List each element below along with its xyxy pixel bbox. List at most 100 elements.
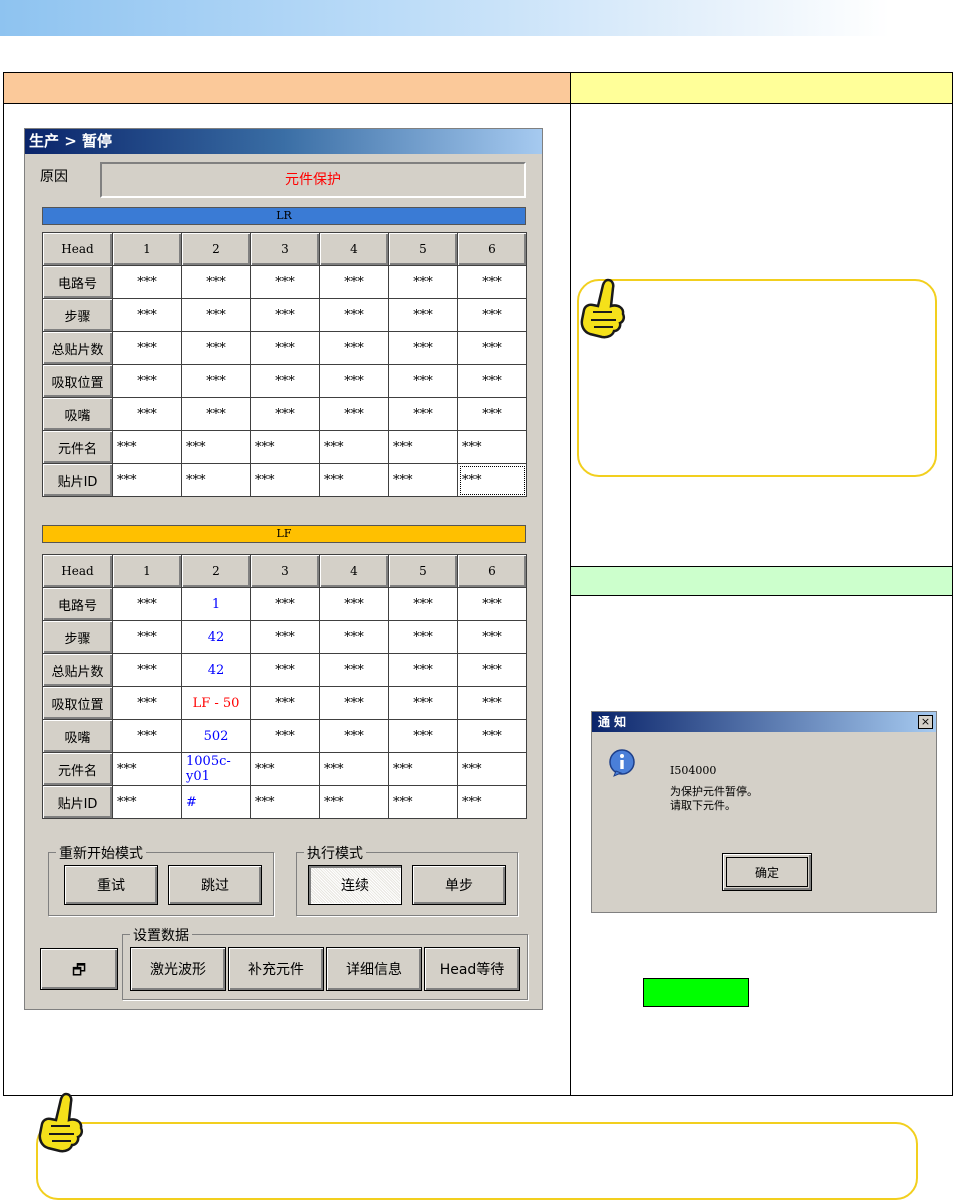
supply-parts-button[interactable]: 补充元件 (228, 947, 324, 991)
column-header: 5 (388, 554, 458, 588)
column-header: 2 (181, 232, 251, 266)
table-cell: *** (250, 364, 320, 398)
table-cell: *** (112, 397, 182, 431)
column-header: 6 (457, 232, 527, 266)
table-cell: *** (388, 587, 458, 621)
row-header: 吸取位置 (42, 686, 113, 720)
column-header: 6 (457, 554, 527, 588)
skip-button[interactable]: 跳过 (168, 865, 262, 905)
table-cell: # (181, 785, 251, 819)
row-header: 电路号 (42, 265, 113, 299)
column-header: 1 (112, 232, 182, 266)
table-row: 电路号 *** 1 *** *** *** *** (42, 587, 527, 621)
table-cell: *** (181, 463, 251, 497)
table-cell: *** (112, 686, 182, 720)
table-cell: *** (250, 587, 320, 621)
table-cell: *** (319, 686, 389, 720)
table-cell: *** (181, 430, 251, 464)
left-header-band (4, 73, 570, 104)
row-header: 元件名 (42, 752, 113, 786)
notice-message: 为保护元件暂停。 请取下元件。 (670, 785, 758, 813)
table-row: 总贴片数 *** 42 *** *** *** *** (42, 653, 527, 687)
table-cell: 42 (181, 653, 251, 687)
notice-message-line2: 请取下元件。 (670, 799, 736, 812)
laser-waveform-button[interactable]: 激光波形 (130, 947, 226, 991)
continuous-button[interactable]: 连续 (308, 865, 402, 905)
table-cell: *** (388, 298, 458, 332)
table-cell: *** (112, 587, 182, 621)
table-cell: *** (250, 265, 320, 299)
table-cell: *** (112, 364, 182, 398)
table-cell: *** (457, 331, 527, 365)
right-subheader-band (571, 566, 952, 596)
table-cell: *** (181, 397, 251, 431)
details-button[interactable]: 详细信息 (326, 947, 422, 991)
table-cell: *** (112, 785, 182, 819)
table-cell: *** (457, 719, 527, 753)
table-cell: *** (319, 653, 389, 687)
table-cell: *** (319, 752, 389, 786)
column-header: 2 (181, 554, 251, 588)
table-cell: *** (319, 620, 389, 654)
row-header: 贴片ID (42, 463, 113, 497)
table-header-row: Head 1 2 3 4 5 6 (42, 232, 527, 266)
table-cell: *** (112, 463, 182, 497)
reason-label: 原因 (40, 169, 68, 185)
table-cell: *** (388, 686, 458, 720)
table-cell: *** (319, 463, 389, 497)
table-cell: *** (250, 785, 320, 819)
table-cell: *** (250, 752, 320, 786)
table-cell: *** (250, 298, 320, 332)
table-cell: *** (250, 620, 320, 654)
head-wait-button[interactable]: Head等待 (424, 947, 520, 991)
table-row: 吸嘴 *** 502 *** *** *** *** (42, 719, 527, 753)
table-cell: *** (388, 364, 458, 398)
row-header: 步骤 (42, 620, 113, 654)
row-header: 吸嘴 (42, 397, 113, 431)
ok-button[interactable]: 确定 (722, 853, 812, 891)
table-cell: *** (457, 587, 527, 621)
table-cell: *** (457, 620, 527, 654)
table-row: 贴片ID *** # *** *** *** *** (42, 785, 527, 819)
restore-button[interactable]: 🗗 (40, 948, 118, 990)
lr-head-table: Head 1 2 3 4 5 6 电路号 *** *** *** *** *** *** 步骤 *** *** *… (42, 232, 527, 497)
table-row: 步骤 *** 42 *** *** *** *** (42, 620, 527, 654)
table-cell: *** (457, 686, 527, 720)
table-cell: 1005c-y01 (181, 752, 251, 786)
column-header: 3 (250, 232, 320, 266)
table-cell: *** (250, 686, 320, 720)
table-row: 步骤 *** *** *** *** *** *** (42, 298, 527, 332)
table-cell: *** (112, 620, 182, 654)
table-cell: *** (319, 364, 389, 398)
single-step-button[interactable]: 单步 (412, 865, 506, 905)
table-cell: *** (112, 719, 182, 753)
close-icon[interactable]: × (918, 715, 933, 729)
column-header: 3 (250, 554, 320, 588)
table-cell: *** (112, 430, 182, 464)
note-box-right (577, 279, 937, 477)
table-cell: *** (388, 430, 458, 464)
reason-value: 元件保护 (100, 162, 526, 198)
table-row: 电路号 *** *** *** *** *** *** (42, 265, 527, 299)
exec-mode-label: 执行模式 (304, 843, 366, 863)
row-header: 吸取位置 (42, 364, 113, 398)
row-header: 电路号 (42, 587, 113, 621)
retry-button[interactable]: 重试 (64, 865, 158, 905)
table-cell: *** (319, 430, 389, 464)
table-row: 吸嘴 *** *** *** *** *** *** (42, 397, 527, 431)
table-cell: 502 (181, 719, 251, 753)
table-cell: *** (388, 653, 458, 687)
table-cell: *** (388, 331, 458, 365)
table-cell: *** (319, 587, 389, 621)
table-cell: *** (250, 653, 320, 687)
table-header-row: Head 1 2 3 4 5 6 (42, 554, 527, 588)
column-header: 4 (319, 232, 389, 266)
table-cell: *** (250, 331, 320, 365)
note-box-bottom (36, 1122, 918, 1200)
table-row: 元件名 *** *** *** *** *** *** (42, 430, 527, 464)
column-header: Head (42, 232, 113, 266)
top-banner (0, 0, 890, 36)
table-cell: *** (388, 463, 458, 497)
table-cell: *** (457, 430, 527, 464)
green-indicator (643, 978, 749, 1007)
